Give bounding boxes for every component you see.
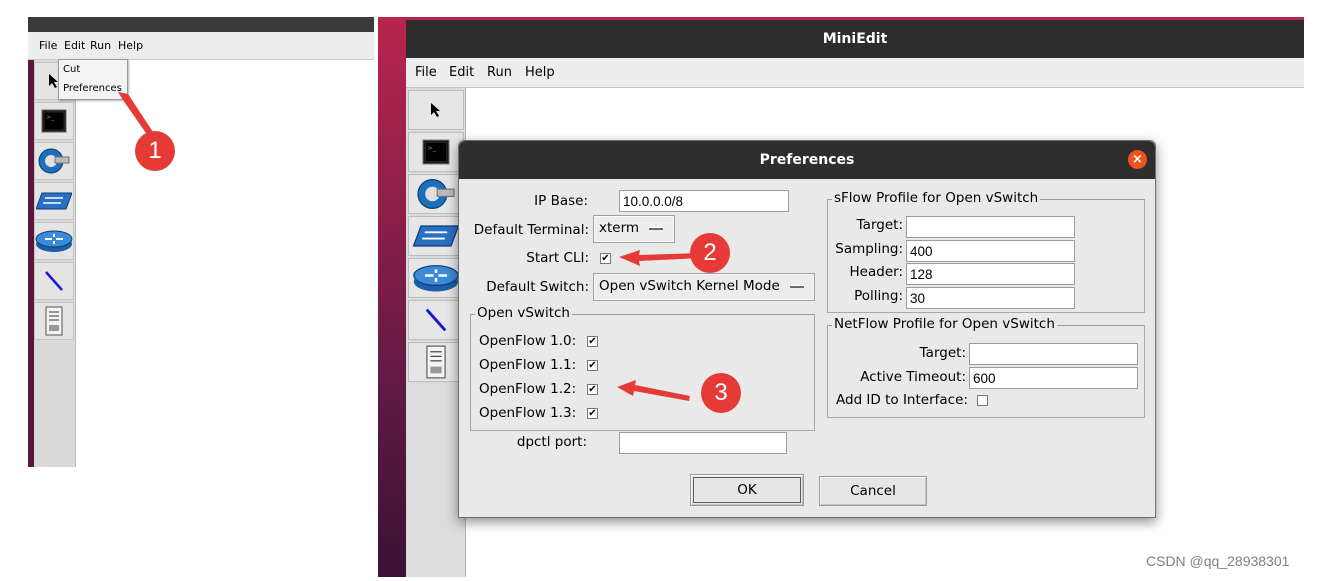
annotation-arrows-top	[617, 250, 702, 401]
watermark: CSDN @qq_28938301	[1146, 553, 1290, 569]
arrow-3	[617, 380, 690, 401]
arrow-2	[619, 250, 702, 266]
